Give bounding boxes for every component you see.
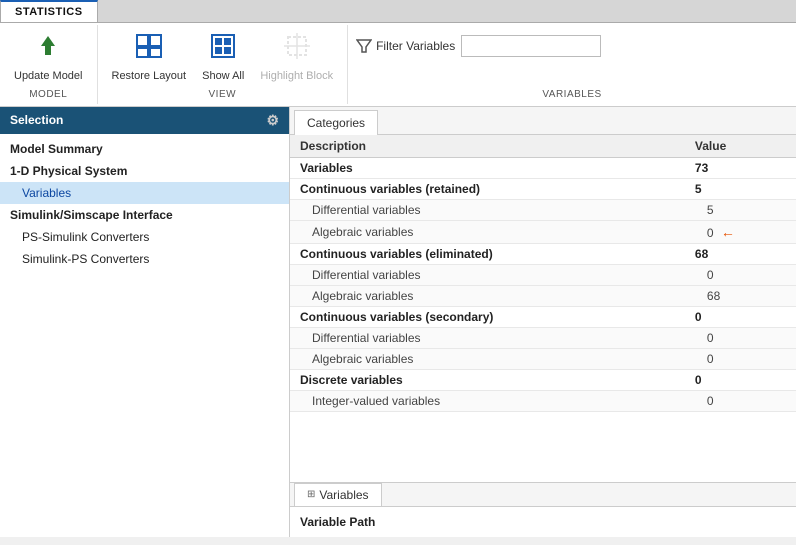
row-label: Algebraic variables: [290, 220, 685, 243]
model-group-label: MODEL: [29, 89, 67, 100]
table-row: Variables 73: [290, 157, 796, 178]
filter-variables-input[interactable]: [461, 35, 601, 57]
variables-group-label: VARIABLES: [356, 87, 788, 100]
highlight-block-icon: [284, 33, 310, 67]
update-model-label: Update Model: [14, 69, 83, 83]
table-row: Integer-valued variables 0: [290, 390, 796, 411]
row-label: Algebraic variables: [290, 348, 685, 369]
table-row: Differential variables 0: [290, 264, 796, 285]
tree-item-ps-simulink[interactable]: PS-Simulink Converters: [0, 226, 289, 248]
main-content: Selection ⚙ Model Summary 1-D Physical S…: [0, 107, 796, 537]
table-row: Discrete variables 0: [290, 369, 796, 390]
row-label: Algebraic variables: [290, 285, 685, 306]
tree-item-simulink-interface[interactable]: Simulink/Simscape Interface: [0, 204, 289, 226]
update-model-button[interactable]: Update Model: [8, 29, 89, 87]
row-label: Continuous variables (eliminated): [290, 243, 685, 264]
view-buttons: Restore Layout Show All: [106, 29, 340, 87]
stats-table-container: Description Value Variables 73 Continuou…: [290, 135, 796, 482]
row-value: 0: [685, 390, 796, 411]
row-value: 0 ←: [685, 220, 796, 243]
table-row: Differential variables 5: [290, 199, 796, 220]
row-label: Continuous variables (retained): [290, 178, 685, 199]
tab-bar: STATISTICS: [0, 0, 796, 23]
arrow-indicator: ←: [721, 224, 735, 240]
view-group-label: VIEW: [209, 89, 237, 100]
table-header-row: Description Value: [290, 135, 796, 158]
stats-panel: Categories Description Value Variables 7…: [290, 107, 796, 537]
filter-icon-label: Filter Variables: [356, 38, 455, 54]
row-label: Continuous variables (secondary): [290, 306, 685, 327]
row-value: 0: [685, 306, 796, 327]
table-row: Continuous variables (retained) 5: [290, 178, 796, 199]
restore-layout-button[interactable]: Restore Layout: [106, 29, 193, 87]
selection-tree: Model Summary 1-D Physical System Variab…: [0, 134, 289, 537]
tree-item-simulink-ps[interactable]: Simulink-PS Converters: [0, 248, 289, 270]
variables-tab-icon: ⊞: [307, 489, 315, 500]
show-all-button[interactable]: Show All: [196, 29, 250, 87]
table-row: Continuous variables (secondary) 0: [290, 306, 796, 327]
table-row: Algebraic variables 0 ←: [290, 220, 796, 243]
filter-icon: [356, 38, 372, 54]
row-value: 68: [685, 285, 796, 306]
row-value: 5: [685, 178, 796, 199]
filter-row: Filter Variables: [356, 35, 788, 57]
highlight-block-label: Highlight Block: [260, 69, 333, 83]
selection-title: Selection: [10, 113, 63, 127]
ribbon-group-view: Restore Layout Show All: [98, 25, 349, 104]
bottom-section: Variable Path: [290, 507, 796, 537]
restore-layout-icon: [135, 33, 163, 67]
row-value: 0: [685, 327, 796, 348]
tree-item-1d-physical[interactable]: 1-D Physical System: [0, 160, 289, 182]
row-label: Differential variables: [290, 327, 685, 348]
table-row: Differential variables 0: [290, 327, 796, 348]
show-all-icon: [210, 33, 236, 67]
variable-path-header: Variable Path: [300, 511, 786, 533]
ribbon-group-variables: Filter Variables VARIABLES: [348, 25, 796, 104]
row-label: Differential variables: [290, 264, 685, 285]
table-row: Algebraic variables 68: [290, 285, 796, 306]
selection-header: Selection ⚙: [0, 107, 289, 134]
row-value: 5: [685, 199, 796, 220]
row-label: Integer-valued variables: [290, 390, 685, 411]
update-model-icon: [35, 33, 61, 67]
model-buttons: Update Model: [8, 29, 89, 87]
ribbon-group-model: Update Model MODEL: [0, 25, 98, 104]
settings-icon[interactable]: ⚙: [266, 112, 279, 129]
filter-variables-label: Filter Variables: [376, 39, 455, 53]
tab-variables-bottom[interactable]: ⊞ Variables: [294, 483, 382, 506]
row-value: 0: [685, 348, 796, 369]
table-row: Algebraic variables 0: [290, 348, 796, 369]
table-row: Continuous variables (eliminated) 68: [290, 243, 796, 264]
row-label: Differential variables: [290, 199, 685, 220]
row-label: Variables: [290, 157, 685, 178]
row-value: 0: [685, 264, 796, 285]
tab-categories[interactable]: Categories: [294, 110, 378, 135]
tree-item-variables[interactable]: Variables: [0, 182, 289, 204]
row-value: 0: [685, 369, 796, 390]
row-value: 73: [685, 157, 796, 178]
categories-tab-bar: Categories: [290, 107, 796, 135]
stats-table: Description Value Variables 73 Continuou…: [290, 135, 796, 412]
ribbon: Update Model MODEL Restore Layout: [0, 23, 796, 107]
col-description: Description: [290, 135, 685, 158]
variables-tab-label: Variables: [319, 488, 368, 502]
restore-layout-label: Restore Layout: [112, 69, 187, 83]
row-label: Discrete variables: [290, 369, 685, 390]
highlight-block-button[interactable]: Highlight Block: [254, 29, 339, 87]
tree-item-model-summary[interactable]: Model Summary: [0, 138, 289, 160]
tab-statistics[interactable]: STATISTICS: [0, 0, 98, 22]
show-all-label: Show All: [202, 69, 244, 83]
selection-panel: Selection ⚙ Model Summary 1-D Physical S…: [0, 107, 290, 537]
row-value: 68: [685, 243, 796, 264]
col-value: Value: [685, 135, 796, 158]
bottom-tab-bar: ⊞ Variables: [290, 482, 796, 507]
